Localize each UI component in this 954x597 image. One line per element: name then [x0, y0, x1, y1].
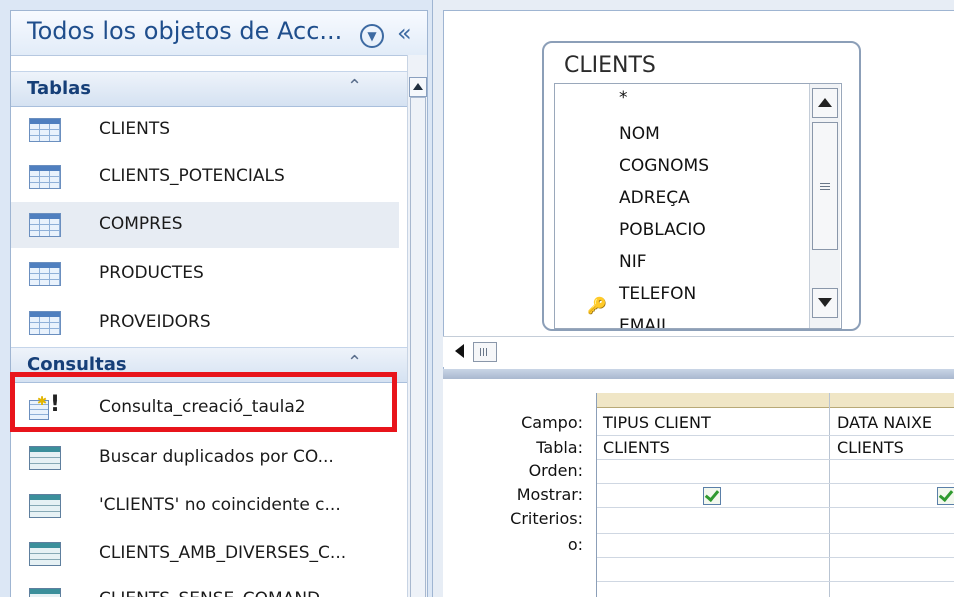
item-label: CLIENTS_SENSE_COMAND...: [99, 589, 336, 597]
highlight-box: [10, 372, 397, 432]
navigation-pane-body: Todos los objetos de Acc... ▼ « Tablas ⌃…: [10, 10, 428, 597]
navigation-pane: Todos los objetos de Acc... ▼ « Tablas ⌃…: [0, 0, 433, 597]
scroll-up-arrow-icon[interactable]: [812, 88, 838, 118]
table-item-clients[interactable]: CLIENTS: [11, 107, 399, 153]
design-grid-pane: Campo: Tabla: Orden: Mostrar: Criterios:…: [443, 379, 954, 597]
query-icon: [29, 588, 61, 597]
query-design-view: CLIENTS * NOM COGNOMS ADREÇA POBLACIO 🔑 …: [433, 0, 954, 597]
query-icon: [29, 446, 61, 470]
table-icon: [29, 262, 61, 286]
item-label: CLIENTS_POTENCIALS: [99, 166, 285, 186]
item-label: CLIENTS_AMB_DIVERSES_C...: [99, 543, 347, 563]
grid-line: [597, 435, 954, 436]
row-label-criterios: Criterios:: [510, 509, 583, 528]
table-pane: CLIENTS * NOM COGNOMS ADREÇA POBLACIO 🔑 …: [443, 10, 954, 370]
field-item[interactable]: NOM: [619, 124, 660, 144]
table-item-compres[interactable]: COMPRES: [11, 202, 399, 248]
scrollbar-thumb[interactable]: [812, 122, 838, 250]
group-label: Tablas: [27, 78, 92, 99]
item-label: PROVEIDORS: [99, 312, 211, 332]
row-label-orden: Orden:: [528, 461, 583, 480]
field-item[interactable]: EMAIL: [619, 316, 671, 328]
grid-cell-campo[interactable]: TIPUS CLIENT: [603, 413, 711, 432]
show-checkbox[interactable]: [937, 487, 954, 505]
scrollbar-thumb[interactable]: [473, 342, 497, 362]
table-item-productes[interactable]: PRODUCTES: [11, 251, 399, 297]
collapse-pane-icon[interactable]: «: [397, 19, 412, 47]
table-icon: [29, 118, 61, 142]
column-separator[interactable]: [829, 393, 830, 597]
table-icon: [29, 311, 61, 335]
show-checkbox[interactable]: [703, 487, 721, 505]
navigation-pane-title[interactable]: Todos los objetos de Acc...: [27, 17, 342, 45]
item-label: CLIENTS: [99, 119, 170, 139]
row-label-o: o:: [567, 535, 583, 554]
field-item-primary-key[interactable]: NIF: [619, 252, 647, 272]
item-label: COMPRES: [99, 214, 183, 234]
query-item-buscar-duplicados[interactable]: Buscar duplicados por CO...: [11, 435, 399, 481]
chevron-down-icon[interactable]: ▼: [360, 24, 384, 48]
grid-line: [597, 533, 954, 534]
query-item-clients-sense-comand[interactable]: CLIENTS_SENSE_COMAND...: [11, 577, 399, 597]
item-label: 'CLIENTS' no coincidente c...: [99, 495, 341, 515]
field-item[interactable]: ADREÇA: [619, 188, 690, 208]
grid-cell-tabla[interactable]: CLIENTS: [603, 438, 670, 457]
field-list-scrollbar[interactable]: [809, 84, 840, 328]
table-icon: [29, 165, 61, 189]
collapse-group-icon[interactable]: ⌃: [347, 76, 362, 97]
scrollbar-thumb[interactable]: [410, 97, 426, 597]
pane-splitter[interactable]: [443, 369, 954, 379]
query-item-clients-no-coincidente[interactable]: 'CLIENTS' no coincidente c...: [11, 483, 399, 529]
group-header-tables[interactable]: Tablas ⌃: [11, 71, 407, 107]
item-label: Buscar duplicados por CO...: [99, 447, 334, 467]
row-label-tabla: Tabla:: [536, 438, 583, 457]
table-item-proveidors[interactable]: PROVEIDORS: [11, 300, 399, 346]
field-list-clients[interactable]: CLIENTS * NOM COGNOMS ADREÇA POBLACIO 🔑 …: [542, 41, 861, 331]
row-label-campo: Campo:: [521, 413, 583, 432]
primary-key-icon: 🔑: [587, 296, 607, 315]
column-selector-bar[interactable]: [597, 393, 954, 408]
field-item[interactable]: *: [619, 88, 628, 108]
grid-line: [597, 557, 954, 558]
query-design-grid[interactable]: TIPUS CLIENT CLIENTS DATA NAIXE CLIENTS: [596, 393, 954, 597]
scroll-left-arrow-icon[interactable]: [451, 341, 471, 361]
navigation-pane-scrollbar[interactable]: [407, 55, 427, 597]
field-item[interactable]: COGNOMS: [619, 156, 709, 176]
scroll-up-arrow-icon[interactable]: [409, 77, 427, 97]
grid-cell-tabla[interactable]: CLIENTS: [837, 438, 904, 457]
scroll-down-arrow-icon[interactable]: [812, 288, 838, 318]
table-icon: [29, 213, 61, 237]
navigation-pane-header[interactable]: Todos los objetos de Acc... ▼ «: [11, 11, 427, 56]
grid-line: [597, 507, 954, 508]
query-icon: [29, 494, 61, 518]
item-label: PRODUCTES: [99, 263, 204, 283]
row-label-mostrar: Mostrar:: [516, 485, 583, 504]
grid-line: [597, 483, 954, 484]
field-list-title[interactable]: CLIENTS: [564, 53, 656, 78]
table-item-clients-potencials[interactable]: CLIENTS_POTENCIALS: [11, 154, 399, 200]
field-item[interactable]: TELEFON: [619, 284, 696, 304]
collapse-group-icon[interactable]: ⌃: [347, 352, 362, 373]
field-list[interactable]: * NOM COGNOMS ADREÇA POBLACIO 🔑 NIF TELE…: [554, 83, 842, 329]
field-item[interactable]: POBLACIO: [619, 220, 706, 240]
grid-line: [597, 459, 954, 460]
query-icon: [29, 542, 61, 566]
query-item-clients-amb-diverses[interactable]: CLIENTS_AMB_DIVERSES_C...: [11, 531, 399, 577]
grid-cell-campo[interactable]: DATA NAIXE: [837, 413, 932, 432]
horizontal-scrollbar[interactable]: [443, 336, 954, 367]
grid-line: [597, 581, 954, 582]
